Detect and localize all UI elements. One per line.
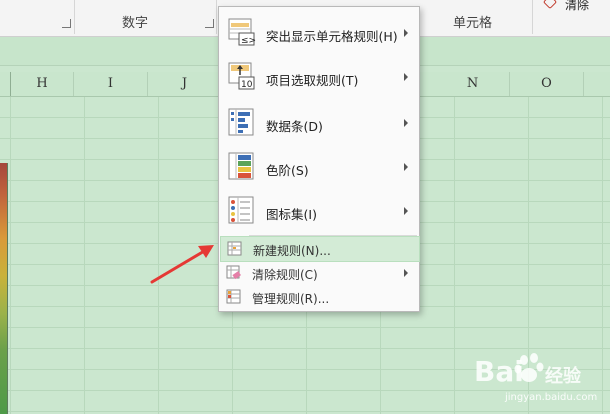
column-header-h[interactable]: H (11, 72, 74, 96)
ribbon-group-cell: 单元格 (453, 16, 493, 31)
column-header-i[interactable]: I (74, 72, 148, 96)
menu-item-label: 项目选取规则(T) (266, 73, 359, 88)
watermark-brand: Bai (474, 355, 524, 388)
dialog-launcher-icon[interactable] (62, 19, 71, 28)
menu-item-color-scales[interactable]: 色阶(S) (220, 145, 418, 189)
menu-item-top-bottom-rules[interactable]: 10 项目选取规则(T) (220, 55, 418, 99)
column-header-j[interactable]: J (148, 72, 222, 96)
conditional-formatting-menu: ≤> 突出显示单元格规则(H) 10 项目选取规则(T) 数据条(D) 色阶(S… (218, 6, 420, 312)
row-header-corner[interactable] (0, 72, 11, 96)
ribbon-group-number: 数字 (122, 16, 149, 31)
ribbon-separator (74, 0, 75, 34)
selection-border (7, 163, 8, 414)
submenu-arrow-icon (404, 29, 408, 37)
color-scale-cells[interactable] (0, 163, 7, 414)
menu-item-label: 色阶(S) (266, 163, 309, 178)
annotation-arrow-icon (150, 245, 214, 284)
ribbon-separator (216, 0, 217, 34)
eraser-icon[interactable] (542, 0, 558, 10)
top-bottom-rules-icon: 10 (228, 62, 255, 90)
clear-rules-icon (226, 265, 241, 280)
column-header-n[interactable]: N (436, 72, 510, 96)
menu-item-label: 数据条(D) (266, 119, 323, 134)
watermark-brand-cn: 经验 (545, 366, 581, 387)
data-bars-icon (228, 108, 254, 136)
menu-item-label: 管理规则(R)... (252, 292, 330, 306)
menu-item-label: 新建规则(N)... (253, 244, 331, 258)
svg-text:10: 10 (241, 80, 253, 90)
menu-item-highlight-cells-rules[interactable]: ≤> 突出显示单元格规则(H) (220, 11, 418, 55)
ribbon-separator (532, 0, 533, 34)
menu-item-clear-rules[interactable]: 清除规则(C) (220, 261, 418, 285)
menu-item-data-bars[interactable]: 数据条(D) (220, 101, 418, 145)
watermark-url: jingyan.baidu.com (505, 392, 598, 403)
menu-item-manage-rules[interactable]: 管理规则(R)... (220, 285, 418, 309)
svg-text:≤>: ≤> (241, 36, 256, 46)
icon-sets-icon (228, 196, 254, 224)
submenu-arrow-icon (404, 207, 408, 215)
highlight-cells-rules-icon: ≤> (228, 18, 256, 46)
menu-item-label: 清除规则(C) (252, 268, 318, 282)
menu-item-label: 突出显示单元格规则(H) (266, 29, 398, 44)
color-scales-icon (228, 152, 254, 180)
submenu-arrow-icon (404, 163, 408, 171)
submenu-arrow-icon (404, 269, 408, 277)
submenu-arrow-icon (404, 119, 408, 127)
menu-item-new-rule[interactable]: 新建规则(N)... (220, 236, 420, 262)
manage-rules-icon (226, 289, 241, 304)
column-header-o[interactable]: O (510, 72, 584, 96)
submenu-arrow-icon (404, 73, 408, 81)
number-dialog-launcher-icon[interactable] (205, 19, 214, 28)
menu-item-icon-sets[interactable]: 图标集(I) (220, 189, 418, 233)
menu-item-label: 图标集(I) (266, 207, 317, 222)
clear-button[interactable]: 清除 (565, 0, 589, 13)
new-rule-icon (227, 241, 242, 256)
